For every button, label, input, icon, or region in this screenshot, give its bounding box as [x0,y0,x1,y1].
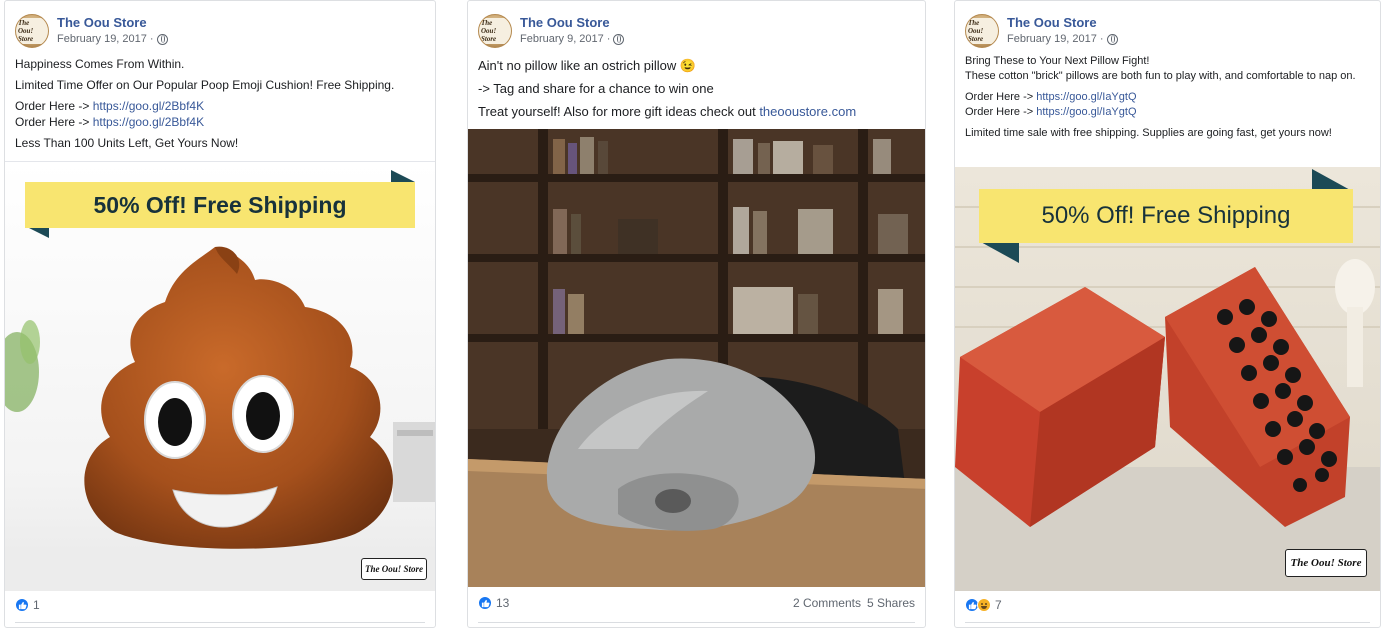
promo-banner: 50% Off! Free Shipping [979,189,1353,243]
avatar-logo-text: The Oou! Store [479,18,511,44]
website-link[interactable]: theooustore.com [759,104,856,119]
reaction-bar: 1 [15,598,425,612]
banner-fold-right [1312,169,1352,191]
avatar-logo-text: The Oou! Store [16,18,48,44]
post-text-line: Limited time sale with free shipping. Su… [965,127,1332,139]
post-text-line: Treat yourself! Also for more gift ideas… [478,104,760,119]
order-link[interactable]: https://goo.gl/2Bbf4K [93,99,204,113]
page-name-link[interactable]: The Oou Store [1007,15,1118,31]
ostrich-pillow-photo [468,129,925,587]
post-card-ostrich-pillow: The Oou! Store The Oou Store February 9,… [467,0,926,628]
post-date[interactable]: February 19, 2017 [57,31,147,47]
post-text-line: Order Here -> [15,99,93,113]
page-avatar[interactable]: The Oou! Store [15,14,49,48]
page-avatar[interactable]: The Oou! Store [965,14,999,48]
page-avatar[interactable]: The Oou! Store [478,14,512,48]
page-name-link[interactable]: The Oou Store [57,15,168,31]
post-header: The Oou! Store The Oou Store February 19… [15,13,168,49]
footer-divider [15,622,425,623]
order-link[interactable]: https://goo.gl/IaYgtQ [1036,91,1136,103]
post-text-line: Order Here -> [965,106,1037,118]
post-image-poop-cushion[interactable]: 50% Off! Free Shipping The Oou! Store [5,161,435,591]
banner-fold-right [391,170,415,182]
post-text: Ain't no pillow like an ostrich pillow 😉… [478,57,915,125]
post-text: Bring These to Your Next Pillow Fight! T… [965,54,1370,146]
post-text-line: Bring These to Your Next Pillow Fight! [965,55,1150,67]
store-logo-stamp: The Oou! Store [361,558,427,580]
post-header: The Oou! Store The Oou Store February 19… [965,13,1118,49]
reaction-count[interactable]: 7 [995,598,1002,612]
reaction-bar: 13 2 Comments 5 Shares [478,596,915,610]
post-text-line: Ain't no pillow like an ostrich pillow 😉 [478,58,697,73]
post-text-line: Less Than 100 Units Left, Get Yours Now! [15,136,239,150]
post-text-line: Order Here -> [965,91,1037,103]
post-text-line: Happiness Comes From Within. [15,57,185,71]
post-text-line: Order Here -> [15,115,93,129]
globe-icon [613,33,625,45]
post-text: Happiness Comes From Within. Limited Tim… [15,56,425,156]
post-text-line: These cotton "brick" pillows are both fu… [965,70,1356,82]
post-image-brick-pillows[interactable]: 50% Off! Free Shipping The Oou! Store [955,167,1380,591]
globe-icon [156,33,168,45]
post-date[interactable]: February 19, 2017 [1007,31,1097,47]
avatar-logo-text: The Oou! Store [966,18,998,44]
shares-count-link[interactable]: 5 Shares [867,596,915,610]
post-image-ostrich-pillow[interactable] [468,129,925,587]
post-date[interactable]: February 9, 2017 [520,31,604,47]
order-link[interactable]: https://goo.gl/IaYgtQ [1036,106,1136,118]
like-reaction-icon[interactable] [15,598,29,612]
store-logo-stamp: The Oou! Store [1285,549,1367,577]
like-reaction-icon[interactable] [478,596,492,610]
banner-fold-left [979,241,1019,263]
post-card-brick-pillows: The Oou! Store The Oou Store February 19… [954,0,1381,628]
promo-banner: 50% Off! Free Shipping [25,182,415,228]
reaction-count[interactable]: 1 [33,598,40,612]
reaction-count[interactable]: 13 [496,596,509,610]
reaction-bar: 7 [965,598,1370,612]
footer-divider [478,622,915,623]
post-card-poop-cushion: The Oou! Store The Oou Store February 19… [4,0,436,628]
post-header: The Oou! Store The Oou Store February 9,… [478,13,625,49]
page-name-link[interactable]: The Oou Store [520,15,624,31]
comments-count-link[interactable]: 2 Comments [793,596,861,610]
order-link[interactable]: https://goo.gl/2Bbf4K [93,115,204,129]
post-text-line: -> Tag and share for a chance to win one [478,81,714,96]
globe-icon [1106,33,1118,45]
haha-reaction-icon[interactable] [977,598,991,612]
post-text-line: Limited Time Offer on Our Popular Poop E… [15,78,395,92]
footer-divider [965,622,1370,623]
